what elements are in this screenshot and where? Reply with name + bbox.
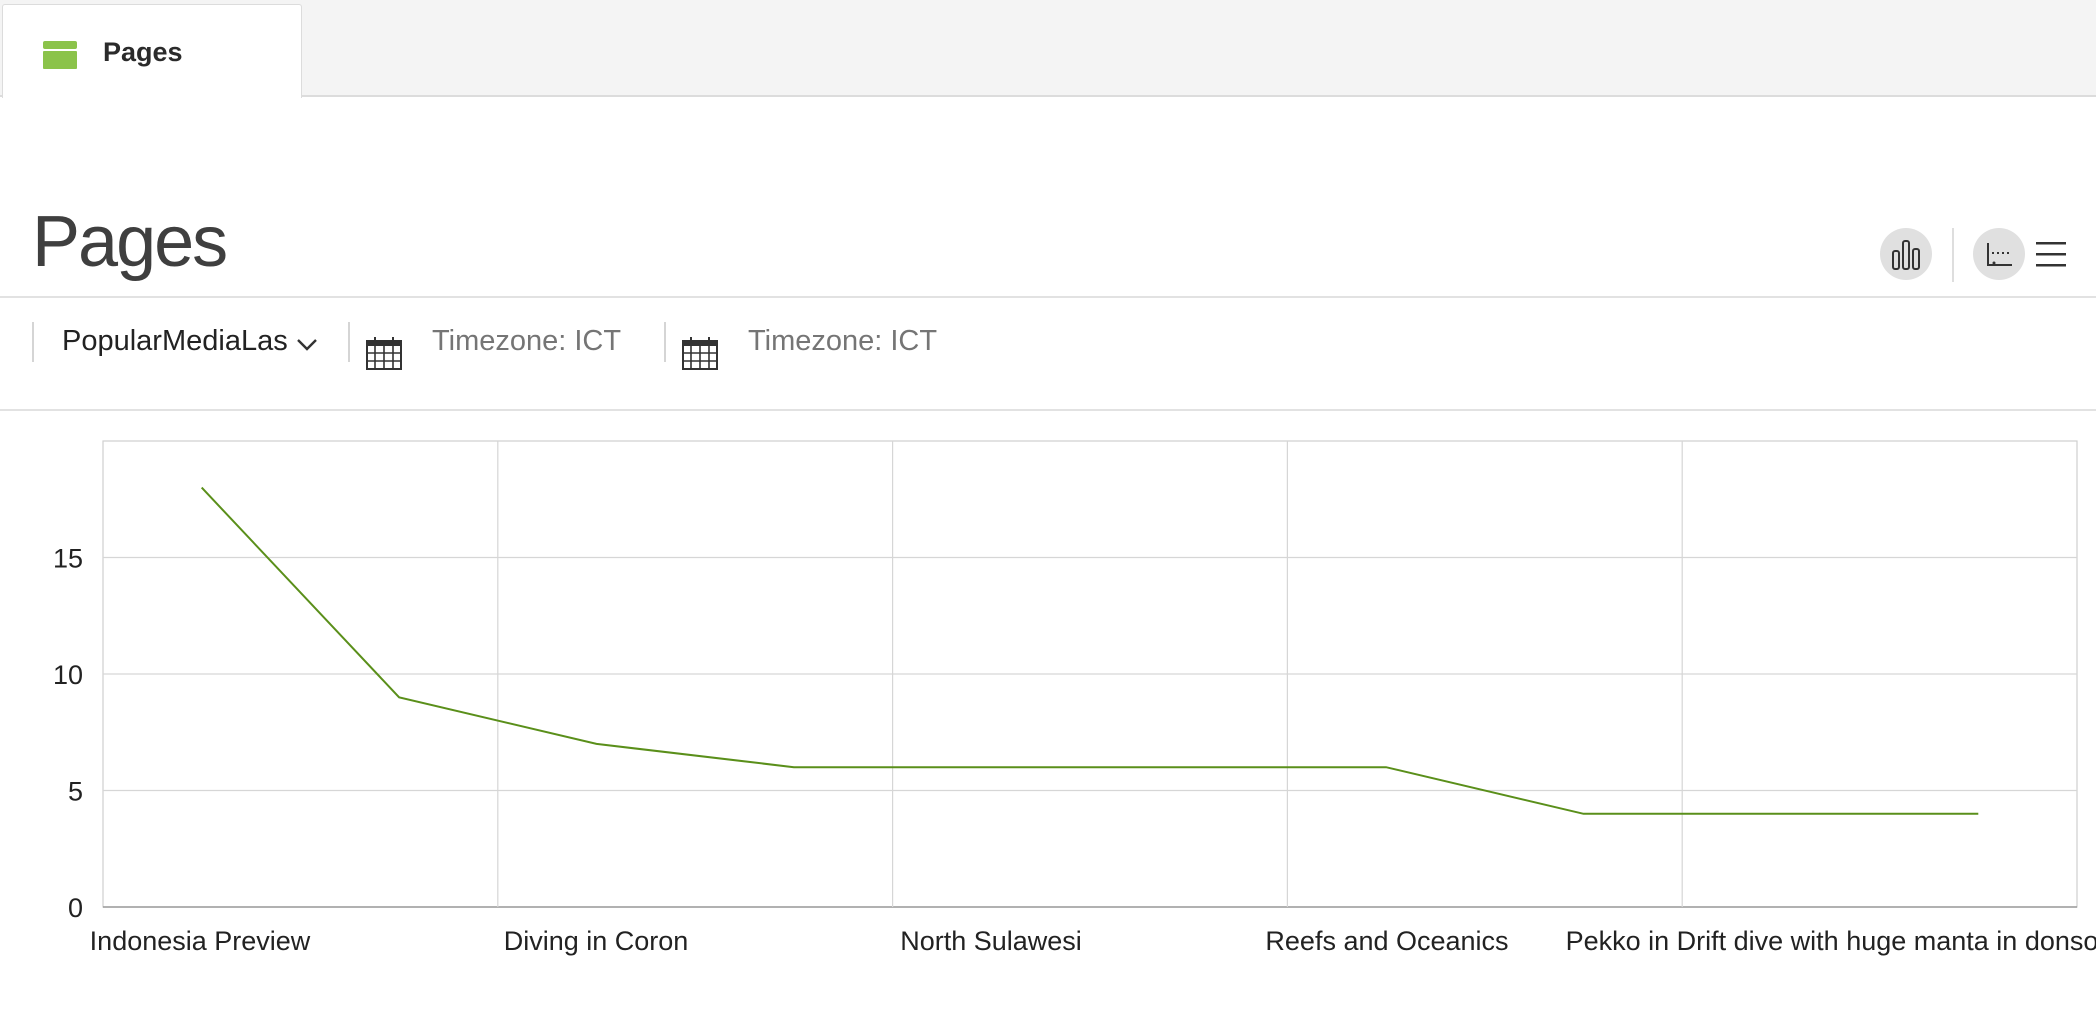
y-tick-label: 5 xyxy=(68,777,83,807)
y-tick-label: 15 xyxy=(53,544,83,574)
x-tick-label: Diving in Coron xyxy=(504,926,689,956)
line-chart: 0 5 10 15 Indonesia Preview Diving in Coron No… xyxy=(53,440,2096,956)
report-select-value: PopularMediaLast xyxy=(62,325,288,357)
tab-pages[interactable]: Pages xyxy=(2,4,302,98)
y-tick-label: 10 xyxy=(53,660,83,690)
folder-icon xyxy=(43,41,77,69)
x-tick-label: Reefs and Oceanics xyxy=(1265,926,1508,956)
filter-separator xyxy=(32,322,34,362)
start-date-input[interactable] xyxy=(432,325,652,358)
line-series-icon xyxy=(1987,243,2012,266)
bar-chart-icon xyxy=(1892,240,1920,270)
y-tick-label: 0 xyxy=(68,893,83,923)
calendar-icon[interactable] xyxy=(682,336,718,370)
series-toggle-button[interactable] xyxy=(1973,228,2025,280)
tab-strip xyxy=(0,0,2096,97)
filter-separator xyxy=(664,322,666,362)
end-date-input[interactable] xyxy=(748,325,968,358)
filter-separator xyxy=(348,322,350,362)
x-tick-label: North Sulawesi xyxy=(900,926,1082,956)
hamburger-menu-icon[interactable] xyxy=(2034,236,2068,272)
chevron-down-icon xyxy=(297,339,317,351)
filter-divider xyxy=(0,409,2096,411)
page-title: Pages xyxy=(32,202,228,282)
tab-label: Pages xyxy=(103,37,183,67)
toolbar-separator xyxy=(1952,228,1954,282)
chart-view-button[interactable] xyxy=(1880,228,1932,280)
x-tick-label: Indonesia Preview xyxy=(90,926,311,956)
calendar-icon[interactable] xyxy=(366,336,402,370)
x-tick-label: Pekko in Drift dive with huge manta in d… xyxy=(1566,926,2096,956)
